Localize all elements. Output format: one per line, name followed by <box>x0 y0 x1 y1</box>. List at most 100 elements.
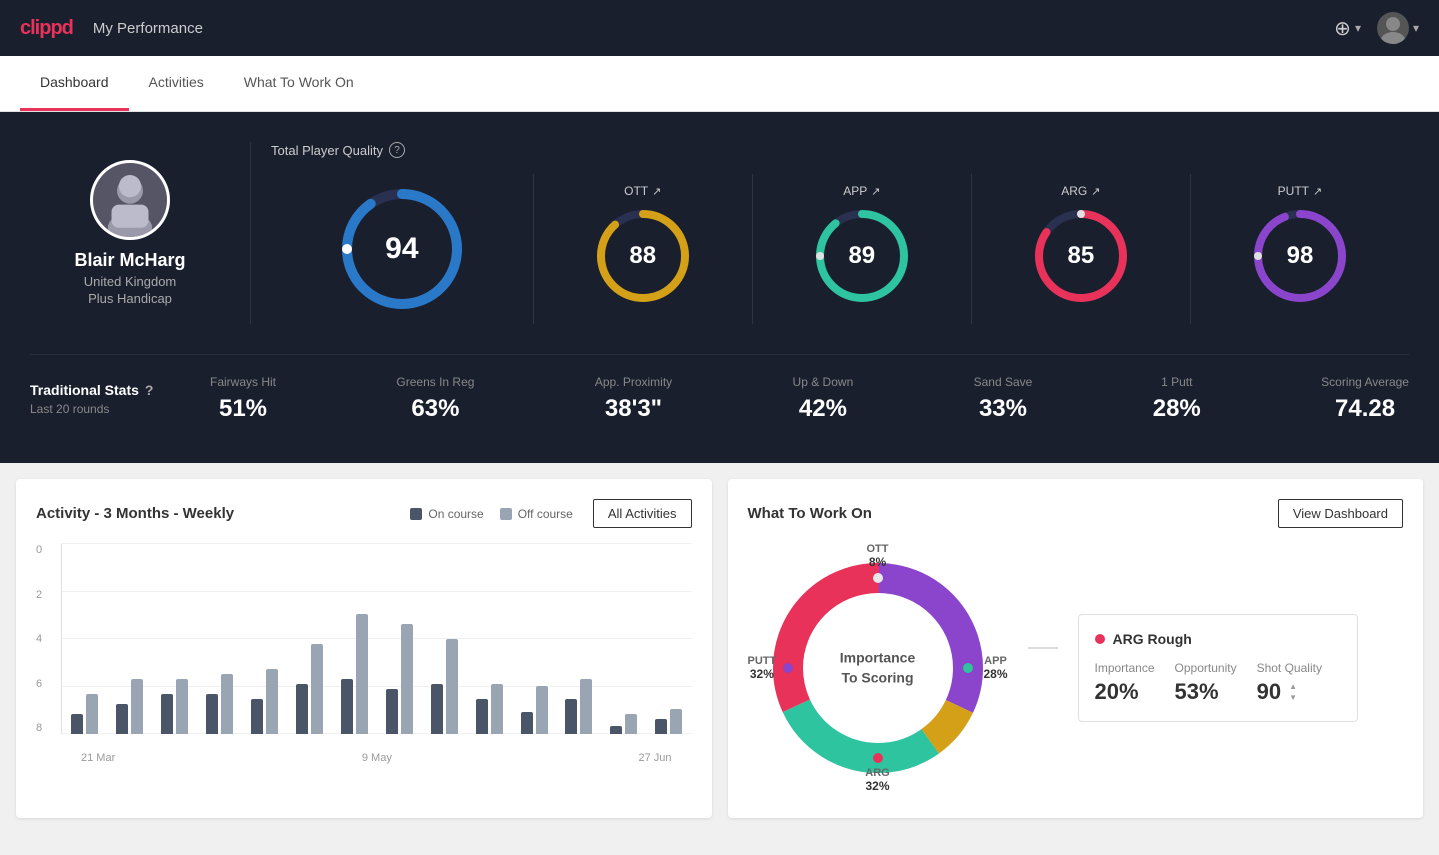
wtw-content: ImportanceTo Scoring OTT 8% APP 28% ARG … <box>748 538 1404 798</box>
header-right: ⊕ ▾ ▾ <box>1334 12 1419 44</box>
shot-quality-value: 90 <box>1257 679 1281 705</box>
app-gauge-item: APP ↗ 89 <box>752 174 971 324</box>
shot-quality-arrows[interactable]: ▲ ▼ <box>1289 682 1297 702</box>
shot-quality-metric: Shot Quality 90 ▲ ▼ <box>1257 661 1322 705</box>
stat-sand-save: Sand Save 33% <box>974 375 1033 423</box>
arrow-icon: ↗ <box>1313 185 1322 198</box>
arg-label: ARG ↗ <box>1061 184 1100 198</box>
ott-value: 88 <box>629 242 656 270</box>
trad-stats-subtitle: Last 20 rounds <box>30 402 210 416</box>
stat-1-putt: 1 Putt 28% <box>1153 375 1201 423</box>
arrow-icon: ↗ <box>871 185 880 198</box>
bar-group <box>565 679 592 734</box>
player-country: United Kingdom <box>84 274 177 289</box>
app-label: APP ↗ <box>843 184 880 198</box>
stat-name: Scoring Average <box>1321 375 1409 389</box>
help-icon[interactable]: ? <box>389 142 405 158</box>
quality-title: Total Player Quality ? <box>271 142 1409 158</box>
shot-quality-label: Shot Quality <box>1257 661 1322 675</box>
total-quality-value: 94 <box>385 232 418 266</box>
bar-group <box>116 679 143 734</box>
stat-name: 1 Putt <box>1161 375 1192 389</box>
tab-dashboard[interactable]: Dashboard <box>20 56 129 111</box>
bar-group <box>206 674 233 734</box>
bar-group <box>161 679 188 734</box>
donut-chart: ImportanceTo Scoring OTT 8% APP 28% ARG … <box>748 538 1008 798</box>
activity-chart-title: Activity - 3 Months - Weekly <box>36 505 234 522</box>
x-axis: 21 Mar 9 May 27 Jun <box>61 752 692 764</box>
bar-group <box>521 686 548 734</box>
player-handicap: Plus Handicap <box>88 291 172 306</box>
bar-group <box>655 709 682 734</box>
putt-gauge: 98 <box>1250 206 1350 306</box>
app-value: 89 <box>848 242 875 270</box>
legend-on-course: On course <box>410 507 483 521</box>
vertical-divider <box>250 142 251 324</box>
stat-value: 42% <box>799 395 847 423</box>
donut-center-label: ImportanceTo Scoring <box>840 648 915 687</box>
tab-what-to-work-on[interactable]: What To Work On <box>224 56 374 111</box>
putt-value: 98 <box>1287 242 1314 270</box>
arg-gauge: 85 <box>1031 206 1131 306</box>
main-gauge-item: 94 <box>271 174 533 324</box>
stat-value: 38'3" <box>605 395 662 423</box>
bar-group <box>71 694 98 734</box>
off-course-dot <box>500 508 512 520</box>
legend-off-course: Off course <box>500 507 573 521</box>
chart-legend: On course Off course <box>410 507 573 521</box>
traditional-stats: Traditional Stats ? Last 20 rounds Fairw… <box>30 354 1409 423</box>
stat-value: 33% <box>979 395 1027 423</box>
opportunity-value: 53% <box>1175 679 1237 705</box>
on-course-dot <box>410 508 422 520</box>
bar-group <box>296 644 323 734</box>
stat-value: 63% <box>411 395 459 423</box>
trad-help-icon[interactable]: ? <box>145 382 154 398</box>
bottom-panels: Activity - 3 Months - Weekly On course O… <box>0 463 1439 834</box>
bar-group <box>431 639 458 734</box>
detail-card-title: ARG Rough <box>1095 631 1341 647</box>
activity-chart-panel: Activity - 3 Months - Weekly On course O… <box>16 479 712 818</box>
view-dashboard-button[interactable]: View Dashboard <box>1278 499 1403 528</box>
stat-app-proximity: App. Proximity 38'3" <box>595 375 672 423</box>
wtw-title: What To Work On <box>748 505 872 522</box>
user-menu[interactable]: ▾ <box>1377 12 1419 44</box>
tab-activities[interactable]: Activities <box>129 56 224 111</box>
y-axis: 8 6 4 2 0 <box>36 544 56 734</box>
stat-name: Up & Down <box>793 375 854 389</box>
all-activities-button[interactable]: All Activities <box>593 499 692 528</box>
avatar <box>90 160 170 240</box>
hero-top: Blair McHarg United Kingdom Plus Handica… <box>30 142 1409 324</box>
stat-name: Sand Save <box>974 375 1033 389</box>
add-button[interactable]: ⊕ ▾ <box>1334 16 1361 41</box>
wtw-detail-card: ARG Rough Importance 20% Opportunity 53%… <box>1078 614 1358 722</box>
header-left: clippd My Performance <box>20 17 203 40</box>
player-name: Blair McHarg <box>74 250 185 271</box>
app-gauge: 89 <box>812 206 912 306</box>
gauges-row: 94 OTT ↗ 88 <box>271 174 1409 324</box>
trad-stats-title: Traditional Stats ? <box>30 382 210 398</box>
ott-gauge-item: OTT ↗ 88 <box>533 174 752 324</box>
stat-items: Fairways Hit 51% Greens In Reg 63% App. … <box>210 375 1409 423</box>
app-donut-label: APP 28% <box>983 655 1007 681</box>
putt-gauge-item: PUTT ↗ 98 <box>1190 174 1409 324</box>
opportunity-metric: Opportunity 53% <box>1175 661 1237 705</box>
header-title: My Performance <box>93 20 203 37</box>
activity-bar-chart: 8 6 4 2 0 <box>36 544 692 764</box>
total-quality-gauge: 94 <box>337 184 467 314</box>
bar-group <box>610 714 637 734</box>
stat-name: App. Proximity <box>595 375 672 389</box>
arrow-icon: ↗ <box>1091 185 1100 198</box>
what-to-work-on-panel: What To Work On View Dashboard <box>728 479 1424 818</box>
arg-donut-label: ARG 32% <box>865 767 889 793</box>
stat-scoring-avg: Scoring Average 74.28 <box>1321 375 1409 423</box>
logo: clippd <box>20 17 73 40</box>
connector-line <box>1028 647 1058 649</box>
stat-value: 28% <box>1153 395 1201 423</box>
importance-metric: Importance 20% <box>1095 661 1155 705</box>
stat-fairways-hit: Fairways Hit 51% <box>210 375 276 423</box>
nav-tabs: Dashboard Activities What To Work On <box>0 56 1439 112</box>
stat-greens-in-reg: Greens In Reg 63% <box>396 375 474 423</box>
wtw-header: What To Work On View Dashboard <box>748 499 1404 528</box>
stat-value: 74.28 <box>1335 395 1395 423</box>
ott-label: OTT ↗ <box>624 184 661 198</box>
